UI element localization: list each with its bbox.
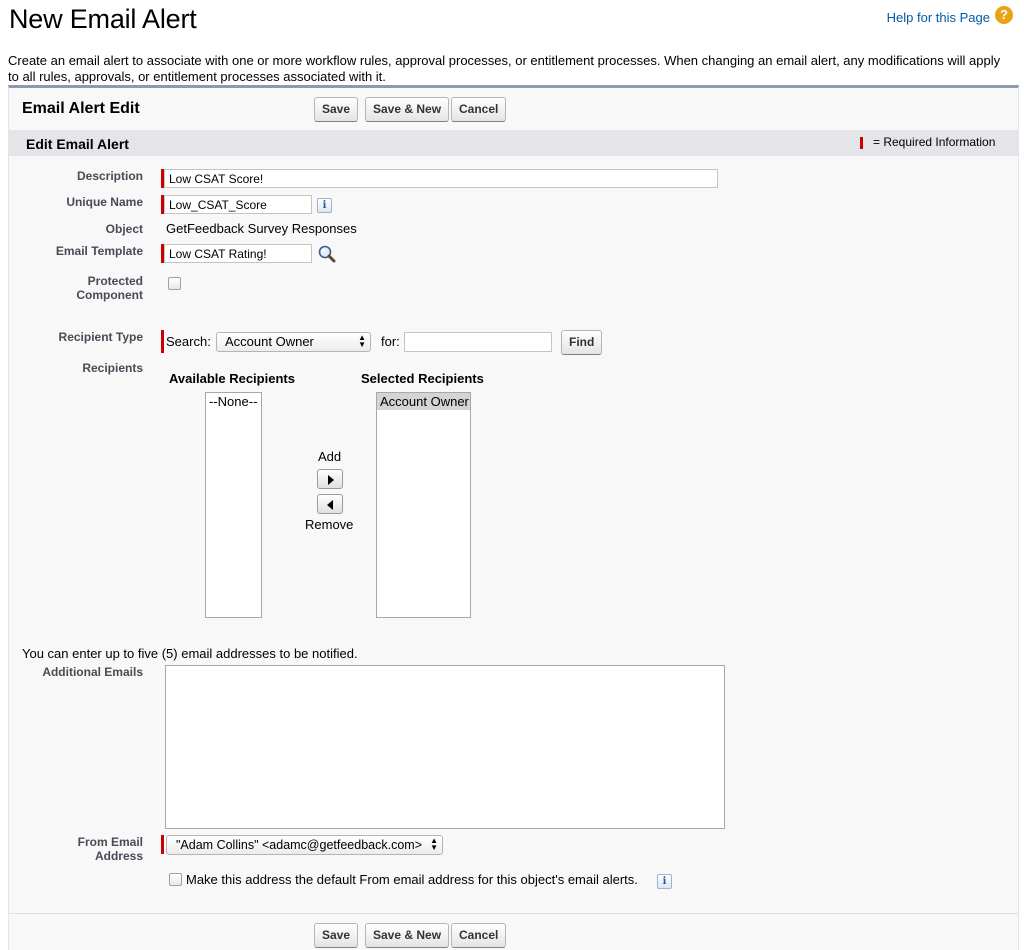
add-button[interactable] [317,469,343,489]
default-from-checkbox[interactable] [169,873,182,886]
recipient-type-selected: Account Owner [225,334,314,349]
remove-button[interactable] [317,494,343,514]
from-email-label-line2: Address [94,849,143,863]
recipients-label: Recipients [82,361,143,375]
required-legend: = Required Information [873,135,996,149]
search-label: Search: [166,334,211,349]
select-arrows-icon: ▲ ▼ [358,333,366,349]
arrow-left-icon [327,500,333,510]
save-button-bottom[interactable]: Save [314,923,359,948]
page-description: Create an email alert to associate with … [8,53,1001,84]
from-email-label-line1: From Email [77,835,143,849]
section-header [9,130,1018,156]
required-marker [161,330,164,353]
unique-name-input[interactable] [164,195,312,214]
additional-emails-label: Additional Emails [42,665,143,679]
available-recipients-header: Available Recipients [169,371,295,386]
description-label: Description [76,169,143,183]
select-arrows-icon: ▲ ▼ [430,836,438,852]
unique-name-label: Unique Name [66,195,143,209]
from-email-selected: "Adam Collins" <adamc@getfeedback.com> [176,838,422,852]
object-label: Object [105,222,143,236]
save-button-top[interactable]: Save [314,97,359,122]
list-item[interactable]: Account Owner [377,393,470,410]
page-title: New Email Alert [9,4,197,34]
find-button[interactable]: Find [561,330,603,355]
description-input[interactable] [164,169,718,188]
divider [9,913,1018,914]
protected-component-checkbox[interactable] [168,277,181,290]
protected-label-line2: Component [76,288,143,302]
save-new-button-bottom[interactable]: Save & New [365,923,450,948]
required-indicator-icon [860,137,863,149]
lookup-icon[interactable] [317,244,337,264]
additional-emails-textarea[interactable] [165,665,725,829]
section-title: Edit Email Alert [26,136,129,152]
selected-recipients-header: Selected Recipients [361,371,484,386]
default-from-label: Make this address the default From email… [186,872,638,887]
protected-label-line1: Protected [87,274,143,288]
recipient-type-select[interactable]: Account Owner ▲ ▼ [216,332,371,352]
selected-recipients-list[interactable]: Account Owner [376,392,471,618]
recipient-search-input[interactable] [404,332,552,352]
object-value: GetFeedback Survey Responses [166,221,357,236]
arrow-right-icon [328,475,334,485]
info-icon[interactable]: i [657,874,672,889]
info-icon[interactable]: i [317,198,332,213]
additional-emails-note: You can enter up to five (5) email addre… [22,646,358,661]
available-recipients-list[interactable]: --None-- [205,392,262,618]
email-template-input[interactable] [164,244,312,263]
remove-label: Remove [305,517,354,532]
from-email-label: From Email Address [30,835,143,863]
cancel-button-bottom[interactable]: Cancel [451,923,507,948]
recipient-type-label: Recipient Type [58,330,143,344]
cancel-button-top[interactable]: Cancel [451,97,507,122]
block-title: Email Alert Edit [22,100,140,117]
help-icon[interactable]: ? [995,6,1013,24]
email-template-label: Email Template [55,244,143,258]
from-email-select[interactable]: "Adam Collins" <adamc@getfeedback.com> ▲… [166,835,443,855]
list-item[interactable]: --None-- [206,393,261,410]
add-label: Add [318,449,342,464]
save-new-button-top[interactable]: Save & New [365,97,450,122]
help-link[interactable]: Help for this Page [887,10,990,25]
for-label: for: [381,334,400,349]
protected-component-label: Protected Component [30,274,143,302]
required-marker [161,835,164,854]
